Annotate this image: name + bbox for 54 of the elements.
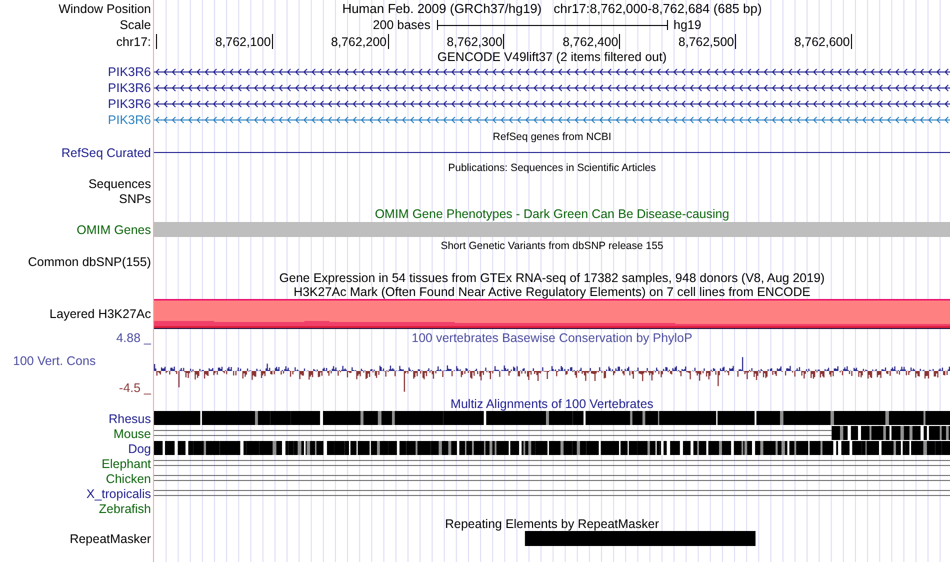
track-label[interactable]: 100 Vert. Cons	[13, 354, 96, 368]
ruler-label: 8,762,500	[678, 35, 734, 49]
gene-model[interactable]	[154, 100, 950, 108]
axis-max-label: 4.88 _	[116, 330, 151, 344]
ruler-tick	[388, 34, 389, 49]
track-title: H3K27Ac Mark (Often Found Near Active Regulatory Elements) on 7 cell lines from ENCODE	[294, 285, 810, 299]
row-label: Window Position	[58, 2, 151, 16]
gene-label[interactable]: PIK3R6	[108, 65, 151, 79]
track-title: Gene Expression in 54 tissues from GTEx RNA-seq of 17382 samples, 948 donors (V8, Aug 2019)	[279, 270, 825, 284]
ruler-label: 8,762,600	[794, 35, 850, 49]
species-label[interactable]: Chicken	[106, 472, 151, 486]
ruler-label: 8,762,100	[215, 35, 271, 49]
ruler-tick	[619, 34, 620, 49]
species-label[interactable]: Rhesus	[108, 412, 151, 426]
axis-min-label: -4.5 _	[119, 381, 151, 395]
track-title: 100 vertebrates Basewise Conservation by PhyloP	[412, 330, 692, 344]
track-title: Multiz Alignments of 100 Vertebrates	[450, 396, 654, 410]
track-title: OMIM Gene Phenotypes - Dark Green Can Be Disease-causing	[374, 207, 730, 221]
gene-label[interactable]: PIK3R6	[108, 97, 151, 111]
track-title: GENCODE V49lift37 (2 items filtered out)	[437, 50, 667, 64]
species-label[interactable]: X_tropicalis	[86, 486, 151, 500]
track-label[interactable]: Layered H3K27Ac	[50, 307, 151, 321]
species-label[interactable]: Elephant	[102, 456, 151, 470]
track-label[interactable]: RepeatMasker	[70, 532, 151, 546]
ruler-tick	[850, 34, 852, 49]
ruler-tick	[156, 34, 157, 49]
track-label[interactable]: RefSeq Curated	[61, 146, 151, 160]
row-label: chr17:	[116, 34, 151, 48]
track-label[interactable]: Common dbSNP(155)	[28, 255, 151, 269]
scale-length: 200 bases	[372, 18, 430, 32]
track-title: Publications: Sequences in Scientific Articles	[448, 161, 656, 175]
species-label[interactable]: Mouse	[113, 426, 151, 440]
track-label[interactable]: Sequences	[88, 176, 151, 190]
track-label[interactable]: OMIM Genes	[76, 222, 151, 236]
species-label[interactable]: Dog	[128, 442, 151, 456]
ruler-label: 8,762,400	[562, 35, 618, 49]
gene-model[interactable]	[154, 68, 950, 76]
assembly-title: Human Feb. 2009 (GRCh37/hg19)	[342, 2, 542, 16]
gene-label[interactable]: PIK3R6	[108, 113, 151, 127]
species-label[interactable]: Zebrafish	[98, 502, 151, 516]
track-title: Short Genetic Variants from dbSNP release 155	[440, 238, 664, 252]
assembly-name: hg19	[674, 18, 702, 32]
gene-label[interactable]: PIK3R6	[108, 81, 151, 95]
ruler-label: 8,762,200	[330, 35, 387, 49]
ruler-label: 8,762,300	[446, 35, 502, 49]
ruler-tick	[503, 34, 504, 49]
row-label: Scale	[120, 18, 151, 32]
ruler-tick	[272, 34, 273, 49]
position-range: chr17:8,762,000-8,762,684 (685 bp)	[554, 2, 762, 16]
track-label[interactable]: SNPs	[119, 192, 151, 206]
track-title: RefSeq genes from NCBI	[492, 130, 612, 144]
gene-model[interactable]	[154, 84, 950, 92]
ruler-tick	[735, 34, 736, 49]
track-title: Repeating Elements by RepeatMasker	[444, 516, 659, 530]
